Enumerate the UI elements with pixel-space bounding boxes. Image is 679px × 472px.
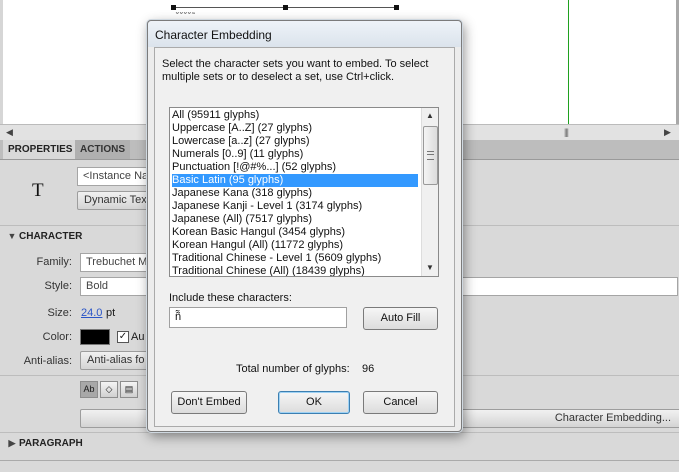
selectable-text-icon: Ab bbox=[83, 384, 95, 394]
selection-handle[interactable] bbox=[394, 5, 399, 10]
include-characters-value: ñ̃ bbox=[175, 311, 182, 323]
character-embedding-dialog: Character Embedding Select the character… bbox=[147, 20, 462, 432]
auto-kern-checkbox[interactable]: ✓ bbox=[117, 331, 129, 343]
show-border-icon: ▤ bbox=[124, 384, 134, 394]
font-size-value[interactable]: 24.0 bbox=[81, 307, 102, 319]
grip-icon bbox=[427, 151, 434, 160]
scroll-right-icon[interactable]: ▶ bbox=[664, 127, 671, 138]
cancel-button[interactable]: Cancel bbox=[363, 391, 438, 414]
tab-properties[interactable]: PROPERTIES bbox=[3, 140, 78, 159]
character-section-title: CHARACTER bbox=[19, 231, 83, 242]
paragraph-section-header[interactable]: ▶ PARAGRAPH bbox=[0, 434, 679, 452]
paragraph-section-title: PARAGRAPH bbox=[19, 438, 83, 449]
ok-button[interactable]: OK bbox=[278, 391, 350, 414]
list-item[interactable]: Traditional Chinese - Level 1 (5609 glyp… bbox=[172, 252, 381, 265]
text-color-swatch[interactable] bbox=[80, 329, 110, 345]
list-item-selected[interactable]: Basic Latin (95 glyphs) bbox=[172, 174, 418, 187]
scrollbar-thumb[interactable] bbox=[423, 126, 438, 185]
font-size-unit: pt bbox=[106, 307, 116, 319]
size-label: Size: bbox=[47, 307, 72, 319]
dont-embed-button[interactable]: Don't Embed bbox=[171, 391, 247, 414]
selectable-text-button[interactable]: Ab bbox=[80, 381, 98, 398]
total-glyphs-label: Total number of glyphs: bbox=[236, 363, 350, 375]
list-vertical-scrollbar[interactable]: ▲ ▼ bbox=[421, 108, 438, 276]
divider bbox=[0, 432, 679, 433]
render-html-icon: ◇ bbox=[105, 384, 113, 394]
dialog-instructions: Select the character sets you want to em… bbox=[162, 58, 429, 83]
guide-line bbox=[568, 0, 569, 124]
dialog-title: Character Embedding bbox=[155, 28, 272, 42]
scroll-left-icon[interactable]: ◀ bbox=[6, 127, 13, 138]
list-item[interactable]: Uppercase [A..Z] (27 glyphs) bbox=[172, 122, 312, 135]
list-item[interactable]: Japanese Kanji - Level 1 (3174 glyphs) bbox=[172, 200, 362, 213]
scroll-grip-icon[interactable]: ||| bbox=[564, 127, 569, 137]
show-border-button[interactable]: ▤ bbox=[120, 381, 138, 398]
selection-handle[interactable] bbox=[283, 5, 288, 10]
color-label: Color: bbox=[42, 331, 72, 343]
list-item[interactable]: Punctuation [!@#%...] (52 glyphs) bbox=[172, 161, 336, 174]
scroll-down-icon[interactable]: ▼ bbox=[422, 260, 438, 276]
auto-kern-label: Au bbox=[131, 331, 145, 343]
list-item[interactable]: Japanese (All) (7517 glyphs) bbox=[172, 213, 312, 226]
list-item[interactable]: Korean Hangul (All) (11772 glyphs) bbox=[172, 239, 343, 252]
total-glyphs-value: 96 bbox=[362, 363, 375, 375]
collapse-triangle-icon[interactable]: ▼ bbox=[5, 227, 19, 245]
list-item[interactable]: Korean Basic Hangul (3454 glyphs) bbox=[172, 226, 345, 239]
selection-handle[interactable] bbox=[171, 5, 176, 10]
auto-fill-button[interactable]: Auto Fill bbox=[363, 307, 438, 330]
list-item[interactable]: Japanese Kana (318 glyphs) bbox=[172, 187, 312, 200]
include-characters-label: Include these characters: bbox=[169, 292, 292, 304]
family-label: Family: bbox=[36, 256, 72, 268]
font-style-field-extension[interactable] bbox=[462, 277, 678, 296]
list-item[interactable]: All (95911 glyphs) bbox=[172, 109, 259, 122]
list-item[interactable]: Numerals [0..9] (11 glyphs) bbox=[172, 148, 303, 161]
dialog-titlebar[interactable]: Character Embedding bbox=[148, 21, 461, 47]
tab-actions[interactable]: ACTIONS bbox=[75, 140, 130, 159]
expand-triangle-icon[interactable]: ▶ bbox=[5, 434, 19, 452]
panel-bottom-edge bbox=[0, 460, 679, 472]
include-characters-input[interactable]: ñ̃ bbox=[169, 307, 347, 328]
antialias-label: Anti-alias: bbox=[23, 355, 72, 367]
scroll-up-icon[interactable]: ▲ bbox=[422, 108, 438, 124]
character-sets-list[interactable]: All (95911 glyphs) Uppercase [A..Z] (27 … bbox=[169, 107, 439, 277]
list-item[interactable]: Traditional Chinese (All) (18439 glyphs) bbox=[172, 265, 365, 276]
text-tool-icon: T bbox=[32, 180, 44, 201]
style-label: Style: bbox=[44, 280, 72, 292]
list-item[interactable]: Lowercase [a..z] (27 glyphs) bbox=[172, 135, 310, 148]
render-html-button[interactable]: ◇ bbox=[100, 381, 118, 398]
